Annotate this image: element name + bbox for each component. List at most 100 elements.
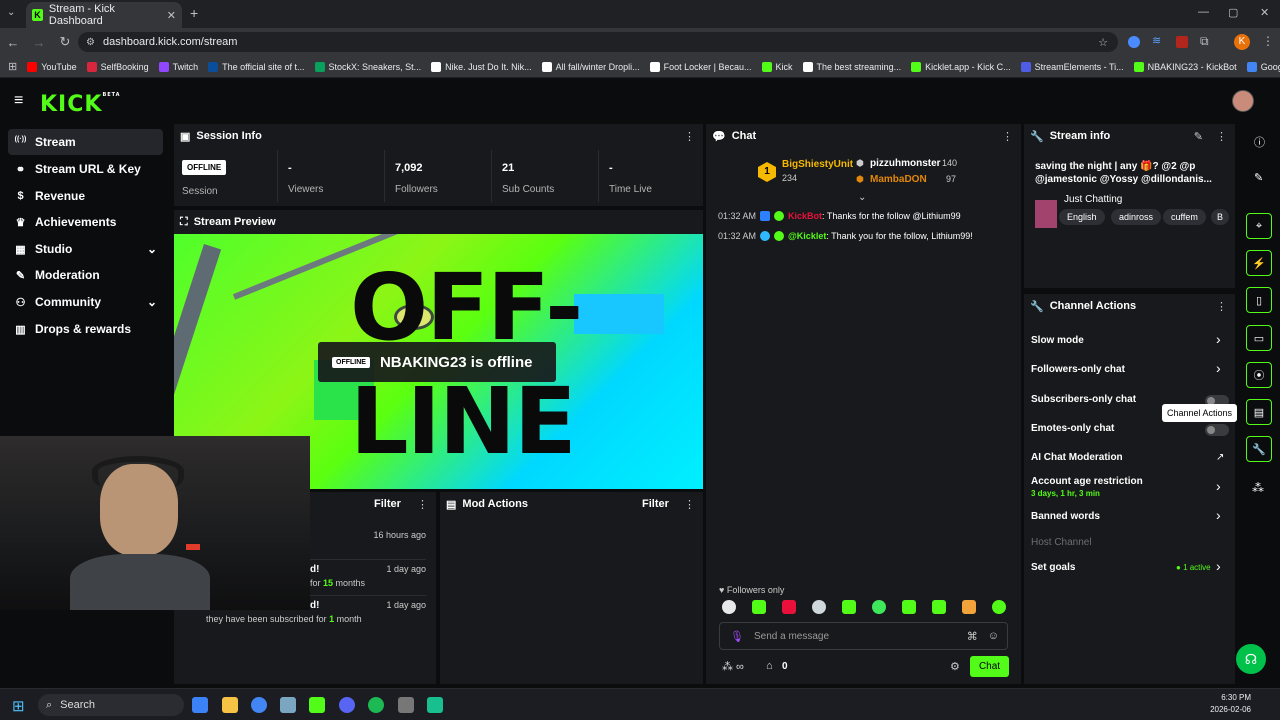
category-name[interactable]: Just Chatting [1064,194,1122,205]
bookmark-item[interactable]: NBAKING23 - KickBot [1133,61,1237,72]
emote-icon[interactable] [962,600,976,614]
spotify-icon[interactable] [368,697,384,713]
minimize-icon[interactable]: — [1198,6,1209,18]
close-window-icon[interactable]: ✕ [1260,6,1269,19]
clock-time[interactable]: 6:30 PM [1203,693,1251,702]
kick-logo[interactable]: KICKBETA [40,92,121,117]
followers-only-label[interactable]: Followers-only chat [1031,364,1125,375]
chevron-right-icon[interactable]: › [1216,558,1221,574]
stream-info-menu-icon[interactable]: ⋮ [1216,130,1227,143]
bookmark-item[interactable]: SelfBooking [86,61,149,72]
bookmark-item[interactable]: Kicklet.app - Kick C... [911,61,1011,72]
top-gifter-name[interactable]: BigShiestyUnit [782,159,853,170]
account-age-label[interactable]: Account age restriction [1031,476,1143,487]
bookmark-item[interactable]: Nike. Just Do It. Nik... [431,61,532,72]
emote-icon[interactable] [752,600,766,614]
bookmark-item[interactable]: Twitch [158,61,198,72]
bookmark-item[interactable]: The best streaming... [802,61,901,72]
chevron-right-icon[interactable]: › [1216,331,1221,347]
chat-settings-icon[interactable]: ⚙ [950,660,960,673]
browser-menu-icon[interactable]: ⋮ [1262,34,1274,48]
extension-icon[interactable] [1128,36,1140,48]
banned-words-label[interactable]: Banned words [1031,511,1100,522]
tools-widget-button[interactable]: 🔧 [1246,436,1272,462]
chevron-down-icon[interactable]: ⌄ [147,295,157,309]
gifter-name[interactable]: MambaDON [870,174,927,185]
send-chat-button[interactable]: Chat [970,656,1009,677]
emotes-only-toggle[interactable] [1205,424,1229,436]
activity-menu-icon[interactable]: ⋮ [417,498,428,511]
extension-icon[interactable] [1176,36,1188,48]
emote-icon[interactable] [902,600,916,614]
emote-icon[interactable] [992,600,1006,614]
broadcast-widget-button[interactable]: ⦿ [1246,362,1272,388]
emoji-icon[interactable]: ☺ [988,630,999,642]
sidebar-item-studio[interactable]: ▦ Studio ⌄ [8,236,163,262]
mod-actions-menu-icon[interactable]: ⋮ [684,498,695,511]
bookmark-item[interactable]: StockX: Sneakers, St... [314,61,421,72]
chat-widget-button[interactable]: ▭ [1246,325,1272,351]
bookmark-item[interactable]: The official site of t... [208,61,305,72]
commands-icon[interactable]: ⌘ [967,630,978,643]
microphone-icon[interactable]: 🎙 [730,630,744,643]
stream-tag[interactable]: B [1211,209,1230,225]
kick-app-icon[interactable] [309,697,325,713]
sidebar-item-revenue[interactable]: $ Revenue [8,183,163,209]
address-bar[interactable]: ⚙ dashboard.kick.com/stream ☆ [78,32,1118,52]
chat-username[interactable]: KickBot [788,211,822,221]
expand-gifters-icon[interactable]: ⌄ [858,192,866,203]
tab-search-icon[interactable]: ⌄ [7,7,15,18]
bookmark-item[interactable]: Google [1246,61,1280,72]
slow-mode-label[interactable]: Slow mode [1031,335,1084,346]
store-icon[interactable]: ⌂ [766,660,773,672]
session-info-menu-icon[interactable]: ⋮ [684,130,695,143]
chevron-right-icon[interactable]: › [1216,507,1221,523]
emote-icon[interactable] [722,600,736,614]
bookmark-item[interactable]: Kick [761,61,793,72]
chat-menu-icon[interactable]: ⋮ [1002,130,1013,143]
discord-icon[interactable] [339,697,355,713]
taskbar-search[interactable]: ⌕ Search [38,694,184,716]
emote-icon[interactable] [782,600,796,614]
set-goals-label[interactable]: Set goals [1031,562,1075,573]
browser-tab[interactable]: K Stream - Kick Dashboard ✕ [26,2,182,28]
extension-icon[interactable]: ≋ [1152,34,1161,47]
session-widget-button[interactable]: ⌖ [1246,213,1272,239]
sidebar-item-stream[interactable]: ((·)) Stream [8,129,163,155]
emote-icon[interactable] [812,600,826,614]
sidebar-item-moderation[interactable]: ✎ Moderation [8,262,163,288]
points-icon[interactable]: ⁂ ∞ [722,660,744,673]
channel-actions-menu-icon[interactable]: ⋮ [1216,300,1227,313]
app-icon[interactable] [398,697,414,713]
sidebar-item-drops-rewards[interactable]: ▥ Drops & rewards [8,316,163,342]
emote-icon[interactable] [932,600,946,614]
bookmark-item[interactable]: StreamElements - Ti... [1020,61,1124,72]
profile-avatar[interactable]: K [1234,34,1250,50]
stream-tag[interactable]: cuffem [1163,209,1206,225]
notes-button[interactable]: ▯ [1246,287,1272,313]
reload-icon[interactable]: ↻ [52,34,78,50]
outlook-icon[interactable] [192,697,208,713]
sidebar-item-community[interactable]: ⚇ Community ⌄ [8,289,163,315]
chevron-right-icon[interactable]: › [1216,360,1221,376]
sidebar-item-achievements[interactable]: ♛ Achievements [8,209,163,235]
windows-start-icon[interactable]: ⊞ [12,697,25,715]
forward-icon[interactable]: → [26,35,52,50]
apps-grid-icon[interactable]: ⊞ [8,60,17,73]
user-avatar[interactable] [1232,90,1254,112]
info-icon[interactable]: ⓘ [1254,134,1265,150]
chat-input[interactable]: 🎙 Send a message ⌘ ☺ [719,622,1008,650]
chrome-icon[interactable] [251,697,267,713]
edit-icon[interactable]: ✎ [1254,171,1263,184]
quick-action-button[interactable]: ⚡ [1246,250,1272,276]
stream-tag[interactable]: English [1059,209,1105,225]
emote-icon[interactable] [842,600,856,614]
bookmark-star-icon[interactable]: ☆ [1098,36,1108,49]
chat-username[interactable]: @Kicklet [788,231,826,241]
hamburger-menu-icon[interactable]: ≡ [14,92,23,110]
bookmark-item[interactable]: Foot Locker | Becau... [649,61,752,72]
community-icon[interactable]: ⁂ [1252,481,1264,495]
extensions-puzzle-icon[interactable]: ⧉ [1200,34,1209,49]
gifter-name[interactable]: pizzuhmonster [870,158,941,169]
chevron-down-icon[interactable]: ⌄ [147,242,157,256]
